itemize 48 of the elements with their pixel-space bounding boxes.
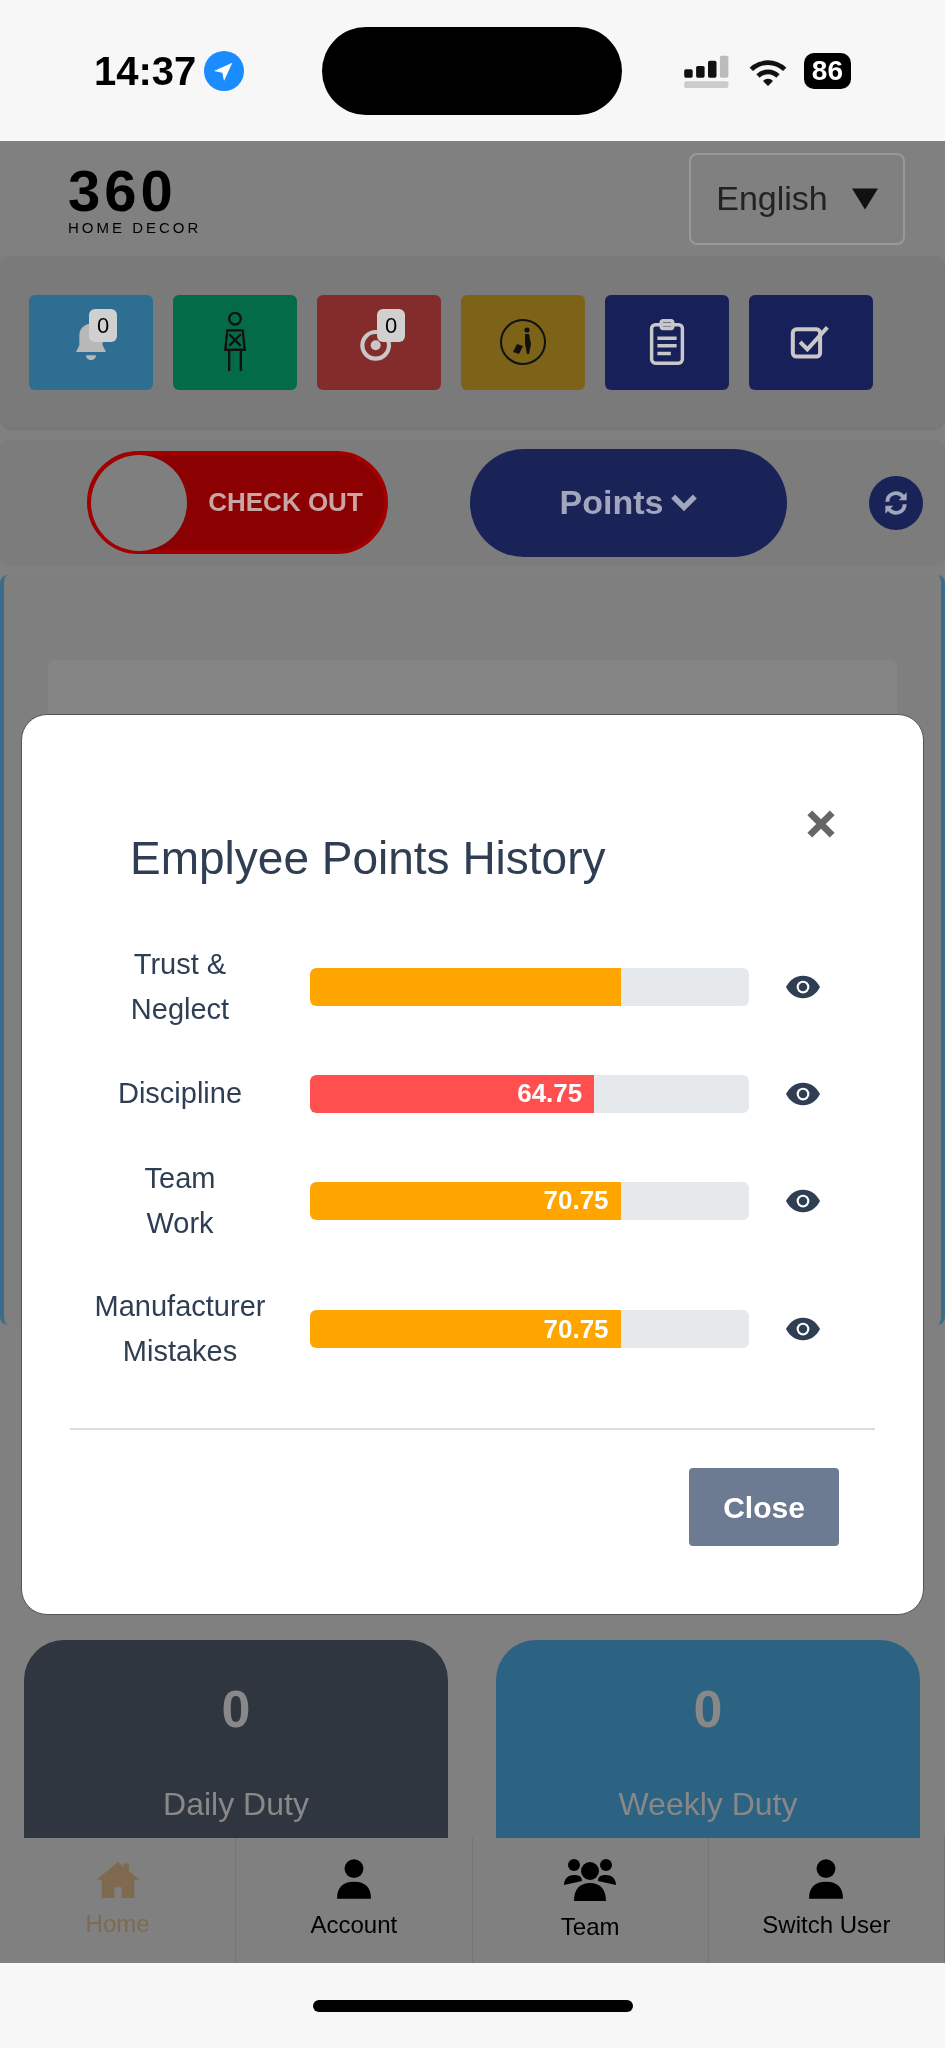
points-dropdown-button[interactable]: Points bbox=[470, 448, 787, 557]
view-details-button[interactable] bbox=[786, 1317, 820, 1341]
view-details-button[interactable] bbox=[786, 974, 820, 999]
duty-count: 0 bbox=[221, 1679, 251, 1740]
language-dropdown[interactable]: English bbox=[689, 152, 905, 245]
score-value: 70.75 bbox=[543, 1312, 609, 1346]
logo: 360 HOME DECOR bbox=[68, 162, 202, 235]
view-details-button[interactable] bbox=[786, 1188, 820, 1213]
home-icon bbox=[95, 1859, 140, 1898]
quick-action-tile[interactable] bbox=[749, 294, 873, 390]
category-label: Team Work bbox=[143, 1160, 217, 1241]
close-button[interactable]: Close bbox=[689, 1468, 839, 1546]
close-icon bbox=[807, 810, 835, 838]
count-badge: 0 bbox=[89, 308, 118, 342]
eye-icon bbox=[786, 1081, 820, 1106]
score-value: 64.75 bbox=[517, 1077, 583, 1110]
dialog-title: Emplyee Points History bbox=[130, 831, 606, 886]
eye-icon bbox=[786, 1188, 820, 1213]
status-time: 14:37 bbox=[94, 47, 197, 95]
quick-action-tile[interactable] bbox=[605, 294, 729, 390]
user-icon bbox=[809, 1858, 844, 1899]
quick-action-tile[interactable] bbox=[461, 294, 585, 390]
users-icon bbox=[564, 1856, 617, 1901]
refresh-button[interactable] bbox=[869, 475, 923, 530]
check-out-toggle[interactable]: CHECK OUT bbox=[87, 451, 388, 554]
eye-icon bbox=[786, 974, 820, 999]
quick-action-tile[interactable]: 0 bbox=[29, 294, 153, 390]
quick-action-tile[interactable]: 0 bbox=[317, 294, 441, 390]
category-label: Discipline bbox=[116, 1076, 244, 1111]
user-icon bbox=[336, 1858, 371, 1899]
battery-indicator: 86 bbox=[803, 52, 851, 89]
category-label: Manufacturer Mistakes bbox=[93, 1289, 267, 1369]
count-badge: 0 bbox=[377, 308, 406, 342]
duty-label: Daily Duty bbox=[163, 1785, 309, 1824]
quick-action-tile[interactable] bbox=[173, 294, 297, 390]
category-label: Trust & Neglect bbox=[129, 946, 231, 1027]
dropdown-arrow-icon bbox=[851, 187, 878, 210]
duty-count: 0 bbox=[693, 1679, 723, 1740]
eye-icon bbox=[786, 1317, 820, 1341]
traveler-icon bbox=[499, 318, 547, 366]
chevron-down-icon bbox=[671, 493, 698, 512]
person-icon bbox=[221, 311, 249, 373]
clipboard-icon bbox=[647, 317, 687, 367]
location-icon bbox=[204, 50, 245, 91]
score-value: 70.75 bbox=[543, 1184, 609, 1217]
close-icon-button[interactable] bbox=[807, 810, 835, 838]
view-details-button[interactable] bbox=[786, 1081, 820, 1106]
duty-label: Weekly Duty bbox=[618, 1785, 798, 1824]
